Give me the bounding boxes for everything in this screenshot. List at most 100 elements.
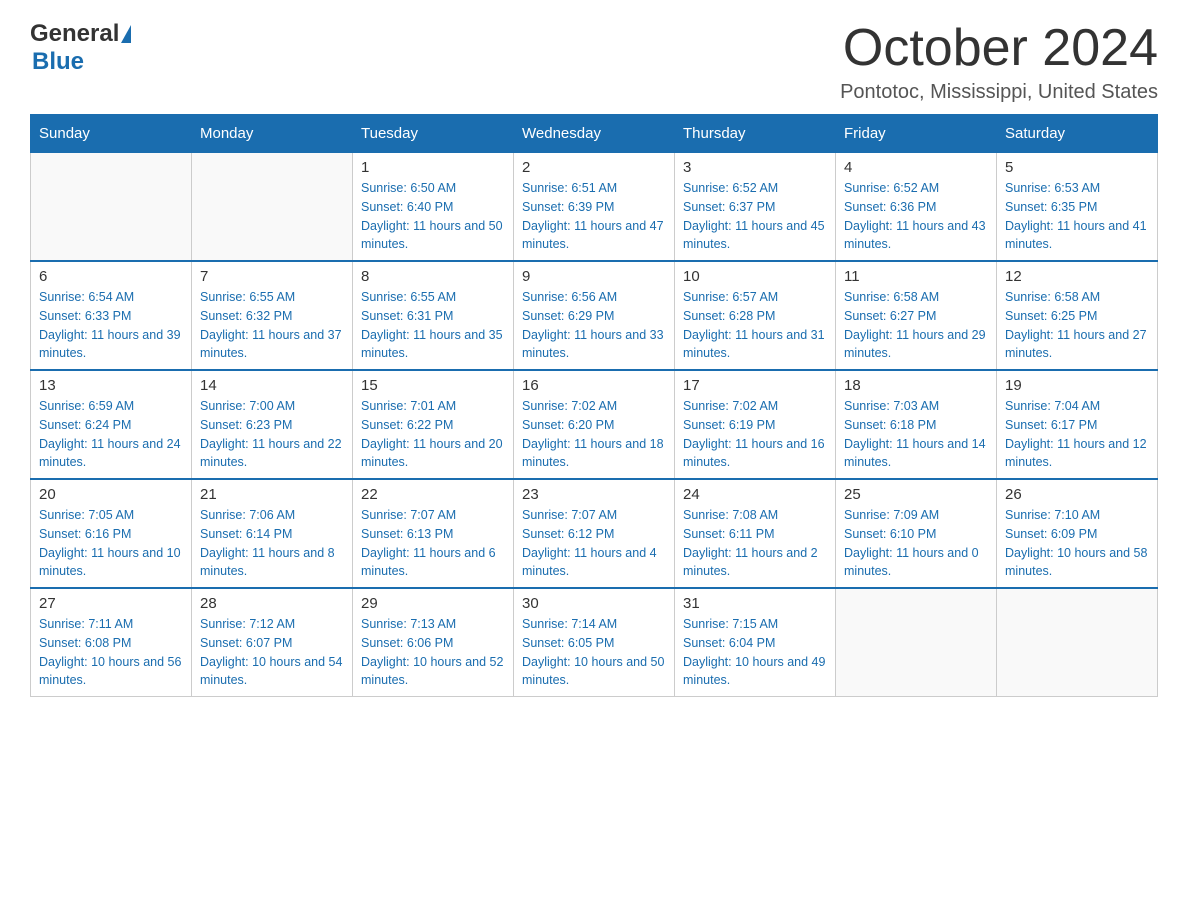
calendar-day-cell: 9 Sunrise: 6:56 AMSunset: 6:29 PMDaylight… bbox=[514, 261, 675, 370]
calendar-day-cell: 28 Sunrise: 7:12 AMSunset: 6:07 PMDayligh… bbox=[192, 588, 353, 697]
weekday-header: Wednesday bbox=[514, 115, 675, 153]
day-info: Sunrise: 6:56 AMSunset: 6:29 PMDaylight:… bbox=[522, 288, 666, 363]
day-info: Sunrise: 7:13 AMSunset: 6:06 PMDaylight:… bbox=[361, 615, 505, 690]
logo-general-text: General bbox=[30, 20, 119, 48]
calendar-day-cell: 18Sunrise: 7:03 AMSunset: 6:18 PMDayligh… bbox=[836, 370, 997, 479]
day-number: 29 bbox=[361, 595, 505, 612]
calendar-day-cell: 30 Sunrise: 7:14 AMSunset: 6:05 PMDayligh… bbox=[514, 588, 675, 697]
weekday-header: Friday bbox=[836, 115, 997, 153]
day-info: Sunrise: 7:04 AMSunset: 6:17 PMDaylight:… bbox=[1005, 397, 1149, 472]
day-number: 26 bbox=[1005, 486, 1149, 503]
calendar-day-cell: 5Sunrise: 6:53 AMSunset: 6:35 PMDaylight… bbox=[997, 153, 1158, 262]
day-number: 7 bbox=[200, 268, 344, 285]
calendar-week-row: 13 Sunrise: 6:59 AMSunset: 6:24 PMDayligh… bbox=[31, 370, 1158, 479]
day-info: Sunrise: 6:51 AMSunset: 6:39 PMDaylight:… bbox=[522, 179, 666, 254]
day-info: Sunrise: 6:55 AMSunset: 6:32 PMDaylight:… bbox=[200, 288, 344, 363]
weekday-header: Tuesday bbox=[353, 115, 514, 153]
day-info: Sunrise: 6:53 AMSunset: 6:35 PMDaylight:… bbox=[1005, 179, 1149, 254]
calendar-week-row: 27 Sunrise: 7:11 AMSunset: 6:08 PMDayligh… bbox=[31, 588, 1158, 697]
calendar-day-cell: 2 Sunrise: 6:51 AMSunset: 6:39 PMDaylight… bbox=[514, 153, 675, 262]
day-number: 3 bbox=[683, 159, 827, 176]
day-info: Sunrise: 6:58 AMSunset: 6:27 PMDaylight:… bbox=[844, 288, 988, 363]
day-info: Sunrise: 7:07 AMSunset: 6:13 PMDaylight:… bbox=[361, 506, 505, 581]
day-number: 1 bbox=[361, 159, 505, 176]
day-info: Sunrise: 7:12 AMSunset: 6:07 PMDaylight:… bbox=[200, 615, 344, 690]
calendar-day-cell: 31Sunrise: 7:15 AMSunset: 6:04 PMDayligh… bbox=[675, 588, 836, 697]
day-number: 17 bbox=[683, 377, 827, 394]
day-number: 28 bbox=[200, 595, 344, 612]
day-info: Sunrise: 6:54 AMSunset: 6:33 PMDaylight:… bbox=[39, 288, 183, 363]
day-info: Sunrise: 7:07 AMSunset: 6:12 PMDaylight:… bbox=[522, 506, 666, 581]
day-number: 27 bbox=[39, 595, 183, 612]
day-info: Sunrise: 6:55 AMSunset: 6:31 PMDaylight:… bbox=[361, 288, 505, 363]
calendar-day-cell: 4 Sunrise: 6:52 AMSunset: 6:36 PMDaylight… bbox=[836, 153, 997, 262]
calendar-day-cell: 19Sunrise: 7:04 AMSunset: 6:17 PMDayligh… bbox=[997, 370, 1158, 479]
day-info: Sunrise: 7:10 AMSunset: 6:09 PMDaylight:… bbox=[1005, 506, 1149, 581]
day-info: Sunrise: 6:57 AMSunset: 6:28 PMDaylight:… bbox=[683, 288, 827, 363]
day-info: Sunrise: 7:08 AMSunset: 6:11 PMDaylight:… bbox=[683, 506, 827, 581]
day-number: 12 bbox=[1005, 268, 1149, 285]
calendar-day-cell: 26 Sunrise: 7:10 AMSunset: 6:09 PMDayligh… bbox=[997, 479, 1158, 588]
calendar-day-cell: 22 Sunrise: 7:07 AMSunset: 6:13 PMDayligh… bbox=[353, 479, 514, 588]
calendar-day-cell: 8 Sunrise: 6:55 AMSunset: 6:31 PMDaylight… bbox=[353, 261, 514, 370]
title-area: October 2024 Pontotoc, Mississippi, Unit… bbox=[840, 20, 1158, 104]
logo-triangle-icon bbox=[121, 25, 131, 43]
day-info: Sunrise: 7:14 AMSunset: 6:05 PMDaylight:… bbox=[522, 615, 666, 690]
weekday-header-row: SundayMondayTuesdayWednesdayThursdayFrid… bbox=[31, 115, 1158, 153]
day-info: Sunrise: 6:52 AMSunset: 6:36 PMDaylight:… bbox=[844, 179, 988, 254]
day-number: 21 bbox=[200, 486, 344, 503]
calendar-day-cell: 15 Sunrise: 7:01 AMSunset: 6:22 PMDayligh… bbox=[353, 370, 514, 479]
day-number: 15 bbox=[361, 377, 505, 394]
day-info: Sunrise: 6:58 AMSunset: 6:25 PMDaylight:… bbox=[1005, 288, 1149, 363]
calendar-day-cell: 25 Sunrise: 7:09 AMSunset: 6:10 PMDayligh… bbox=[836, 479, 997, 588]
day-number: 13 bbox=[39, 377, 183, 394]
day-number: 25 bbox=[844, 486, 988, 503]
calendar-day-cell: 24 Sunrise: 7:08 AMSunset: 6:11 PMDayligh… bbox=[675, 479, 836, 588]
day-number: 9 bbox=[522, 268, 666, 285]
day-number: 14 bbox=[200, 377, 344, 394]
calendar-day-cell bbox=[192, 153, 353, 262]
calendar-day-cell: 7 Sunrise: 6:55 AMSunset: 6:32 PMDaylight… bbox=[192, 261, 353, 370]
calendar-day-cell: 13 Sunrise: 6:59 AMSunset: 6:24 PMDayligh… bbox=[31, 370, 192, 479]
day-number: 24 bbox=[683, 486, 827, 503]
day-info: Sunrise: 6:59 AMSunset: 6:24 PMDaylight:… bbox=[39, 397, 183, 472]
calendar-day-cell bbox=[997, 588, 1158, 697]
day-number: 22 bbox=[361, 486, 505, 503]
day-number: 8 bbox=[361, 268, 505, 285]
location-title: Pontotoc, Mississippi, United States bbox=[840, 81, 1158, 104]
calendar-week-row: 6 Sunrise: 6:54 AMSunset: 6:33 PMDaylight… bbox=[31, 261, 1158, 370]
calendar-day-cell: 16 Sunrise: 7:02 AMSunset: 6:20 PMDayligh… bbox=[514, 370, 675, 479]
page-header: General Blue October 2024 Pontotoc, Miss… bbox=[30, 20, 1158, 104]
day-number: 20 bbox=[39, 486, 183, 503]
calendar-day-cell: 14Sunrise: 7:00 AMSunset: 6:23 PMDayligh… bbox=[192, 370, 353, 479]
day-number: 30 bbox=[522, 595, 666, 612]
day-number: 18 bbox=[844, 377, 988, 394]
day-number: 4 bbox=[844, 159, 988, 176]
day-number: 2 bbox=[522, 159, 666, 176]
day-number: 6 bbox=[39, 268, 183, 285]
calendar-day-cell bbox=[31, 153, 192, 262]
calendar-week-row: 1 Sunrise: 6:50 AMSunset: 6:40 PMDaylight… bbox=[31, 153, 1158, 262]
day-info: Sunrise: 7:11 AMSunset: 6:08 PMDaylight:… bbox=[39, 615, 183, 690]
calendar-day-cell: 23Sunrise: 7:07 AMSunset: 6:12 PMDayligh… bbox=[514, 479, 675, 588]
day-number: 11 bbox=[844, 268, 988, 285]
month-title: October 2024 bbox=[840, 20, 1158, 77]
day-info: Sunrise: 7:02 AMSunset: 6:19 PMDaylight:… bbox=[683, 397, 827, 472]
weekday-header: Sunday bbox=[31, 115, 192, 153]
calendar-day-cell: 12 Sunrise: 6:58 AMSunset: 6:25 PMDayligh… bbox=[997, 261, 1158, 370]
day-info: Sunrise: 7:01 AMSunset: 6:22 PMDaylight:… bbox=[361, 397, 505, 472]
weekday-header: Thursday bbox=[675, 115, 836, 153]
day-number: 31 bbox=[683, 595, 827, 612]
calendar-day-cell: 20Sunrise: 7:05 AMSunset: 6:16 PMDayligh… bbox=[31, 479, 192, 588]
day-info: Sunrise: 7:02 AMSunset: 6:20 PMDaylight:… bbox=[522, 397, 666, 472]
logo: General Blue bbox=[30, 20, 133, 76]
day-number: 16 bbox=[522, 377, 666, 394]
calendar-day-cell: 11 Sunrise: 6:58 AMSunset: 6:27 PMDayligh… bbox=[836, 261, 997, 370]
day-info: Sunrise: 7:09 AMSunset: 6:10 PMDaylight:… bbox=[844, 506, 988, 581]
calendar-week-row: 20Sunrise: 7:05 AMSunset: 6:16 PMDayligh… bbox=[31, 479, 1158, 588]
calendar-day-cell: 27 Sunrise: 7:11 AMSunset: 6:08 PMDayligh… bbox=[31, 588, 192, 697]
calendar-day-cell bbox=[836, 588, 997, 697]
day-info: Sunrise: 6:50 AMSunset: 6:40 PMDaylight:… bbox=[361, 179, 505, 254]
weekday-header: Saturday bbox=[997, 115, 1158, 153]
calendar-day-cell: 3Sunrise: 6:52 AMSunset: 6:37 PMDaylight… bbox=[675, 153, 836, 262]
